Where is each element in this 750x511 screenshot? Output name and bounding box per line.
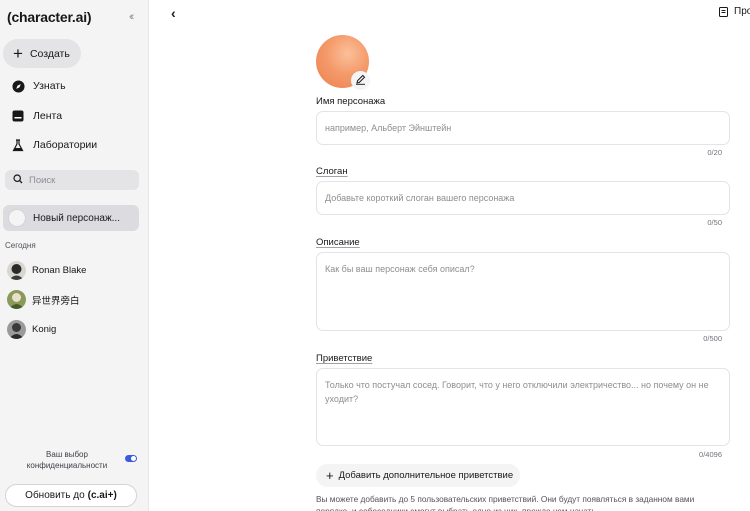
add-greeting-button[interactable]: + Добавить дополнительное приветствие	[316, 464, 520, 487]
description-textarea[interactable]	[316, 252, 730, 331]
nav-label: Лаборатории	[33, 139, 98, 151]
search-icon	[13, 171, 23, 189]
privacy-toggle[interactable]	[125, 455, 137, 462]
name-input[interactable]	[316, 111, 730, 145]
plus-icon: +	[13, 44, 23, 63]
plus-icon: +	[326, 468, 334, 483]
nav-label: Узнать	[33, 80, 66, 92]
pencil-icon	[355, 72, 366, 90]
edit-avatar-button[interactable]	[351, 71, 370, 90]
document-icon	[719, 6, 729, 17]
upgrade-label: Обновить до	[25, 490, 85, 501]
tagline-label: Слоган	[316, 166, 348, 177]
back-icon[interactable]: ‹	[171, 5, 176, 21]
greetings-hint: Вы можете добавить до 5 пользовательских…	[316, 494, 695, 511]
chat-item[interactable]: 异世界旁白	[7, 290, 80, 309]
chat-name: Новый персонаж...	[33, 212, 120, 224]
chat-item[interactable]: Konig	[7, 320, 56, 339]
sidebar: (character.ai) ‹‹ + Создать Узнать Лента…	[0, 0, 149, 511]
name-counter: 0/20	[707, 148, 722, 157]
greeting-textarea[interactable]	[316, 368, 730, 446]
add-greeting-label: Добавить дополнительное приветствие	[338, 470, 514, 481]
chat-item[interactable]: Ronan Blake	[7, 261, 86, 280]
nav-label: Лента	[33, 110, 63, 122]
avatar	[7, 290, 26, 309]
tagline-counter: 0/50	[707, 218, 722, 227]
upgrade-brand: (c.ai+)	[87, 490, 117, 501]
nav-item-labs[interactable]: Лаборатории	[11, 138, 97, 152]
create-label: Создать	[29, 47, 70, 60]
description-label: Описание	[316, 237, 360, 248]
chat-name: Ronan Blake	[32, 265, 87, 276]
create-button[interactable]: + Создать	[3, 39, 81, 68]
privacy-choice-label[interactable]: Ваш выбор конфиденциальности	[22, 449, 112, 471]
tagline-input[interactable]	[316, 181, 730, 215]
nav-item-feed[interactable]: Лента	[11, 109, 62, 123]
nav-item-discover[interactable]: Узнать	[11, 79, 66, 93]
avatar	[8, 209, 26, 227]
top-right-label: Про	[734, 6, 750, 17]
chat-name: 异世界旁白	[32, 295, 80, 307]
chat-name: Konig	[32, 324, 57, 335]
collapse-sidebar-icon[interactable]: ‹‹	[129, 11, 135, 23]
app-logo[interactable]: (character.ai)	[7, 9, 92, 25]
compass-icon	[11, 79, 25, 93]
greeting-counter: 0/4096	[699, 450, 722, 459]
feed-icon	[11, 109, 25, 123]
section-label-today: Сегодня	[5, 241, 36, 250]
avatar	[7, 320, 26, 339]
flask-icon	[11, 138, 25, 152]
upgrade-button[interactable]: Обновить до (c.ai+)	[5, 484, 137, 507]
top-right-action[interactable]: Про	[719, 6, 750, 17]
description-counter: 0/500	[703, 334, 722, 343]
avatar	[7, 261, 26, 280]
search-box[interactable]	[5, 170, 139, 190]
search-input[interactable]	[29, 174, 129, 186]
chat-item-new-character[interactable]: Новый персонаж...	[3, 205, 139, 231]
name-label: Имя персонажа	[316, 96, 386, 107]
greeting-label: Приветствие	[316, 353, 373, 364]
